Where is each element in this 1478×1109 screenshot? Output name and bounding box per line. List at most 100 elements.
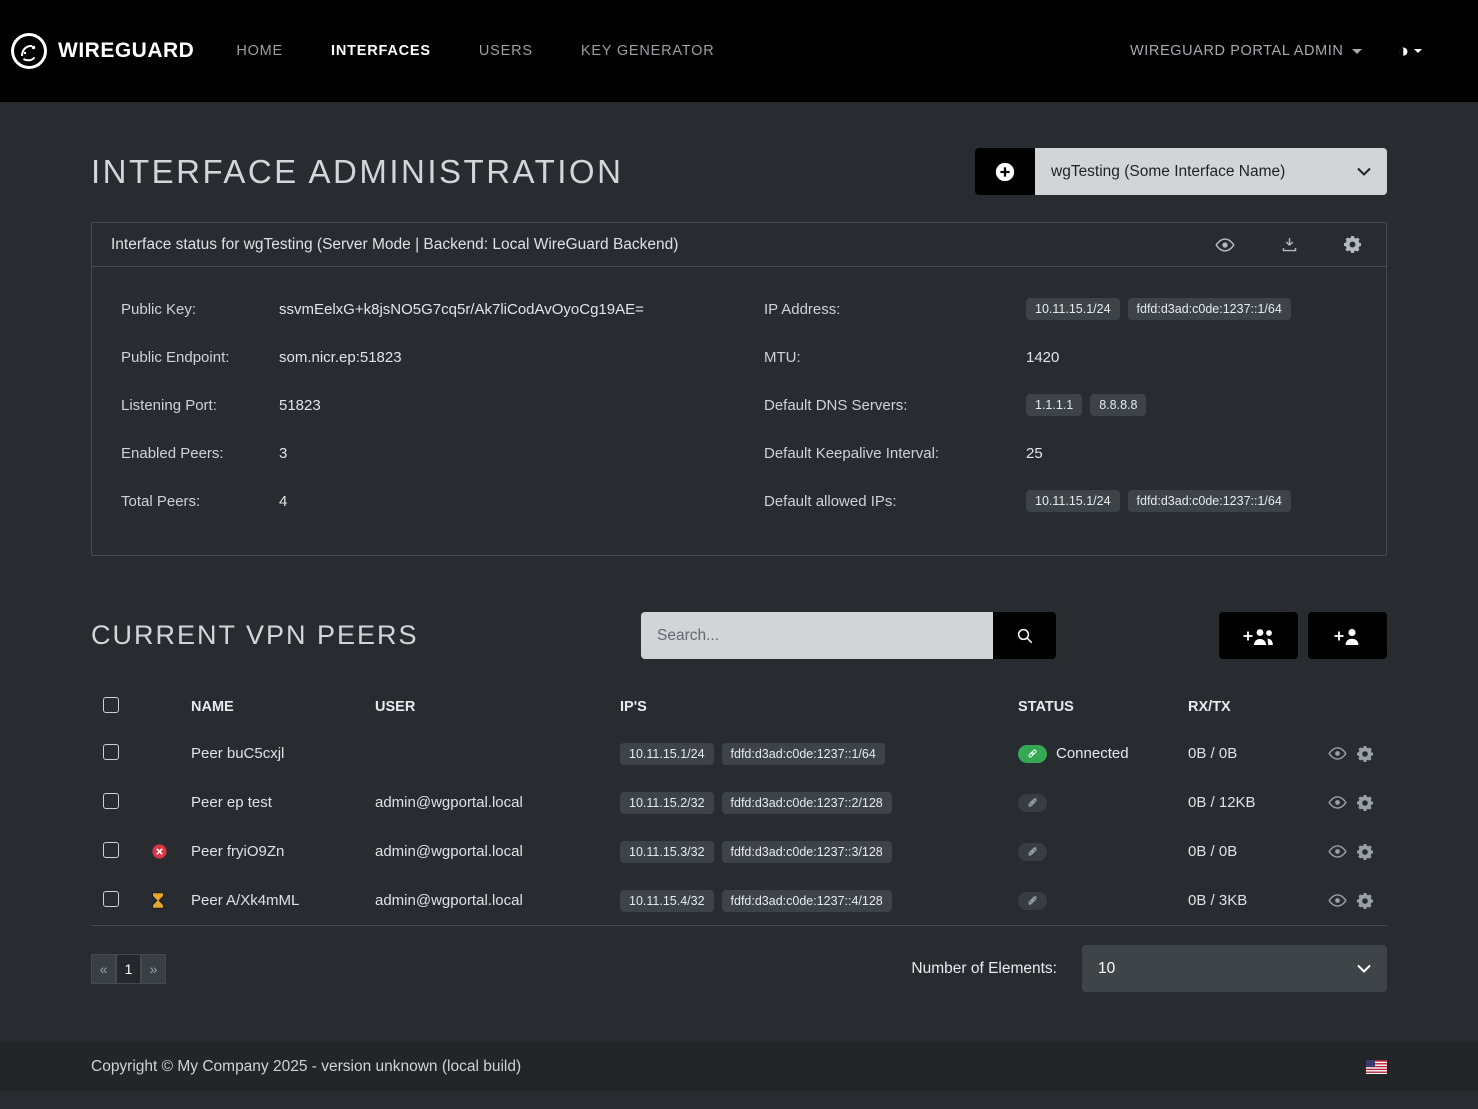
nav-item-interfaces[interactable]: INTERFACES <box>331 43 431 59</box>
navbar: WireGuard HOME INTERFACES USERS KEY GENE… <box>0 0 1478 102</box>
peer-name: Peer ep test <box>191 794 375 811</box>
view-peer-eye-icon[interactable] <box>1328 747 1347 760</box>
dns-badge: 8.8.8.8 <box>1090 394 1146 416</box>
row-select-checkbox[interactable] <box>103 793 119 809</box>
ip-badge: fdfd:d3ad:c0de:1237::1/64 <box>1128 298 1291 320</box>
nav-item-users[interactable]: USERS <box>479 43 533 59</box>
peer-ip-badge: fdfd:d3ad:c0de:1237::2/128 <box>722 792 892 814</box>
card-header-title: Interface status for wgTesting (Server M… <box>111 236 678 254</box>
page-title: INTERFACE ADMINISTRATION <box>91 153 623 191</box>
brand[interactable]: WireGuard <box>10 32 194 70</box>
peer-user: admin@wgportal.local <box>375 843 620 860</box>
pagination: « 1 » <box>91 954 166 984</box>
total-peers-label: Total Peers: <box>121 477 279 525</box>
peer-ip-badge: 10.11.15.4/32 <box>620 890 714 912</box>
brand-text: WireGuard <box>58 39 194 63</box>
allowed-ips-value: 10.11.15.1/24 fdfd:d3ad:c0de:1237::1/64 <box>1026 477 1386 525</box>
view-peer-eye-icon[interactable] <box>1328 894 1347 907</box>
row-select-checkbox[interactable] <box>103 842 119 858</box>
peer-name: Peer fryiO9Zn <box>191 843 375 860</box>
ip-address-value: 10.11.15.1/24 fdfd:d3ad:c0de:1237::1/64 <box>1026 285 1386 333</box>
peers-table-header: NAME USER IP'S STATUS RX/TX <box>91 685 1387 729</box>
enabled-peers-value: 3 <box>279 429 764 477</box>
nav-item-home[interactable]: HOME <box>236 43 283 59</box>
row-select-checkbox[interactable] <box>103 744 119 760</box>
peer-row: Peer ep test admin@wgportal.local 10.11.… <box>91 778 1387 827</box>
peer-user: admin@wgportal.local <box>375 794 620 811</box>
peer-name: Peer buC5cxjl <box>191 745 375 762</box>
edit-peer-gear-icon[interactable] <box>1357 795 1373 811</box>
select-all-checkbox[interactable] <box>103 697 119 713</box>
theme-toggle[interactable]: ◑ <box>1398 42 1422 61</box>
peer-ip-badge: fdfd:d3ad:c0de:1237::1/64 <box>722 743 885 765</box>
keepalive-value: 25 <box>1026 429 1386 477</box>
ip-badge: 10.11.15.1/24 <box>1026 298 1120 320</box>
peer-rxtx: 0B / 0B <box>1188 745 1318 762</box>
language-us-flag-icon[interactable] <box>1366 1060 1387 1074</box>
chevron-down-icon <box>1414 49 1422 53</box>
pagination-prev[interactable]: « <box>91 954 116 984</box>
peer-row: Peer fryiO9Zn admin@wgportal.local 10.11… <box>91 827 1387 876</box>
view-peer-eye-icon[interactable] <box>1328 845 1347 858</box>
col-status: STATUS <box>1018 699 1188 715</box>
disconnected-link-slash-icon <box>1018 794 1047 812</box>
col-rxtx: RX/TX <box>1188 699 1318 715</box>
add-multiple-peers-button[interactable] <box>1219 612 1298 659</box>
add-interface-button[interactable] <box>975 148 1035 195</box>
download-config-icon[interactable] <box>1281 236 1298 253</box>
ip-address-label: IP Address: <box>764 285 1026 333</box>
peer-user: admin@wgportal.local <box>375 892 620 909</box>
user-dropdown[interactable]: WIREGUARD PORTAL ADMIN <box>1130 43 1362 59</box>
disconnected-link-slash-icon <box>1018 892 1047 910</box>
peer-ip-badge: 10.11.15.1/24 <box>620 743 714 765</box>
view-config-eye-icon[interactable] <box>1215 238 1235 252</box>
keepalive-label: Default Keepalive Interval: <box>764 429 1026 477</box>
peer-expiring-hourglass-icon <box>151 892 165 909</box>
search-input[interactable] <box>641 612 993 659</box>
col-ips: IP'S <box>620 699 1018 715</box>
peer-rxtx: 0B / 0B <box>1188 843 1318 860</box>
add-peer-button[interactable] <box>1308 612 1387 659</box>
page-size-value: 10 <box>1098 960 1115 978</box>
nav-item-key-generator[interactable]: KEY GENERATOR <box>581 43 715 59</box>
mtu-value: 1420 <box>1026 333 1386 381</box>
public-key-value: ssvmEelxG+k8jsNO5G7cq5r/Ak7liCodAvOyoCg1… <box>279 285 764 333</box>
main-nav: HOME INTERFACES USERS KEY GENERATOR <box>236 43 714 59</box>
col-user: USER <box>375 699 620 715</box>
view-peer-eye-icon[interactable] <box>1328 796 1347 809</box>
edit-peer-gear-icon[interactable] <box>1357 893 1373 909</box>
listening-port-value: 51823 <box>279 381 764 429</box>
row-select-checkbox[interactable] <box>103 891 119 907</box>
enabled-peers-label: Enabled Peers: <box>121 429 279 477</box>
listening-port-label: Listening Port: <box>121 381 279 429</box>
dns-servers-label: Default DNS Servers: <box>764 381 1026 429</box>
edit-peer-gear-icon[interactable] <box>1357 746 1373 762</box>
col-name: NAME <box>191 699 375 715</box>
public-key-label: Public Key: <box>121 285 279 333</box>
allowed-ips-label: Default allowed IPs: <box>764 477 1026 525</box>
dns-servers-value: 1.1.1.1 8.8.8.8 <box>1026 381 1386 429</box>
interface-select[interactable]: wgTesting (Some Interface Name) <box>1035 148 1387 195</box>
peer-row: Peer A/Xk4mML admin@wgportal.local 10.11… <box>91 876 1387 925</box>
page-size-select[interactable]: 10 <box>1082 945 1387 992</box>
public-endpoint-label: Public Endpoint: <box>121 333 279 381</box>
search-button[interactable] <box>993 612 1056 659</box>
mtu-label: MTU: <box>764 333 1026 381</box>
copyright-text: Copyright © My Company 2025 - version un… <box>91 1058 521 1076</box>
peers-table: NAME USER IP'S STATUS RX/TX Peer buC5cxj… <box>91 685 1387 926</box>
allowed-ip-badge: 10.11.15.1/24 <box>1026 490 1120 512</box>
chevron-down-icon <box>1352 49 1362 54</box>
pagination-page-1[interactable]: 1 <box>116 954 141 984</box>
pagination-next[interactable]: » <box>141 954 166 984</box>
chevron-down-icon <box>1357 167 1371 176</box>
edit-peer-gear-icon[interactable] <box>1357 844 1373 860</box>
peer-ip-badge: fdfd:d3ad:c0de:1237::3/128 <box>722 841 892 863</box>
add-user-icon <box>1334 626 1362 646</box>
peer-rxtx: 0B / 12KB <box>1188 794 1318 811</box>
footer: Copyright © My Company 2025 - version un… <box>0 1042 1478 1091</box>
wireguard-logo-icon <box>10 32 48 70</box>
theme-toggle-icon: ◑ <box>1398 42 1409 61</box>
interface-settings-gear-icon[interactable] <box>1344 236 1361 253</box>
interface-select-value: wgTesting (Some Interface Name) <box>1051 163 1285 181</box>
user-dropdown-label: WIREGUARD PORTAL ADMIN <box>1130 43 1344 59</box>
